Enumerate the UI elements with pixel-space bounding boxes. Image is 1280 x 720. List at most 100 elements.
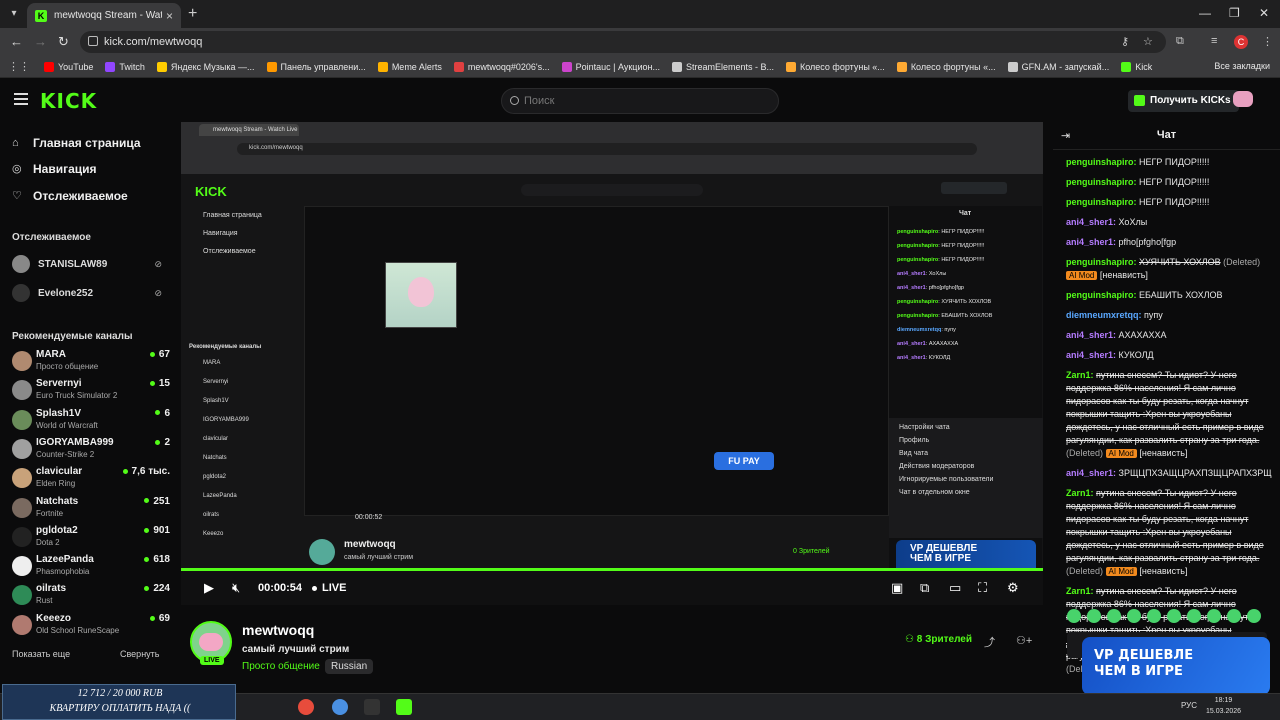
- miniplayer-icon[interactable]: ▭: [949, 580, 961, 596]
- bookmark-item[interactable]: GFN.AM - запускай...: [1007, 61, 1109, 72]
- recommended-channel[interactable]: IGORYAMBA999 Counter-Strike 2 2: [12, 436, 170, 464]
- recommended-channel[interactable]: LazeePanda Phasmophobia 618: [12, 553, 170, 581]
- chat-username[interactable]: penguinshapiro: [1066, 177, 1134, 187]
- mute-icon[interactable]: 🔇︎: [232, 580, 240, 596]
- close-tab-icon[interactable]: ×: [166, 9, 173, 23]
- browser-menu-icon[interactable]: ⋮: [1262, 35, 1273, 48]
- chat-username[interactable]: Zarn1: [1066, 586, 1091, 596]
- emote-icon[interactable]: [1087, 609, 1101, 623]
- hamburger-menu-icon[interactable]: [14, 93, 28, 105]
- bookmark-item[interactable]: Kick: [1121, 61, 1152, 72]
- clip-icon[interactable]: ▣: [891, 580, 903, 596]
- bookmark-item[interactable]: Яндекс Музыка —...: [156, 61, 255, 72]
- emote-icon[interactable]: [1227, 609, 1241, 623]
- show-more-button[interactable]: Показать еще: [12, 649, 70, 659]
- profile-avatar[interactable]: C: [1234, 35, 1248, 49]
- back-icon[interactable]: ←: [10, 34, 23, 49]
- video-player[interactable]: mewtwoqq Stream - Watch Live kick.com/me…: [181, 122, 1043, 605]
- chat-username[interactable]: ani4_sher1: [1066, 350, 1113, 360]
- emote-icon[interactable]: [1107, 609, 1121, 623]
- chat-username[interactable]: ani4_sher1: [1066, 330, 1113, 340]
- search-input[interactable]: Поиск: [501, 88, 779, 114]
- add-user-icon[interactable]: ⚇+: [1016, 634, 1032, 647]
- collapse-chat-icon[interactable]: ⇥: [1061, 129, 1070, 142]
- fullscreen-icon[interactable]: ⛶: [978, 580, 987, 596]
- bookmark-item[interactable]: StreamElements - В...: [671, 61, 774, 72]
- bookmark-item[interactable]: mewtwoqq#0206's...: [453, 61, 550, 72]
- close-window-icon[interactable]: ✕: [1259, 6, 1269, 20]
- chat-username[interactable]: diemneumxretqq: [1066, 310, 1139, 320]
- bookmark-item[interactable]: Колесо фортуны «...: [786, 61, 885, 72]
- recommended-channel[interactable]: Servernyi Euro Truck Simulator 2 15: [12, 377, 170, 405]
- browser-tab[interactable]: K mewtwoqq Stream - Watch Live ×: [27, 3, 181, 28]
- nav-following[interactable]: ♡ Отслеживаемое: [12, 189, 128, 203]
- chat-username[interactable]: penguinshapiro: [1066, 290, 1134, 300]
- emote-icon[interactable]: [1147, 609, 1161, 623]
- emote-icon[interactable]: [1067, 609, 1081, 623]
- chat-username[interactable]: ani4_sher1: [1066, 217, 1113, 227]
- recommended-channel[interactable]: Splash1V World of Warcraft 6: [12, 407, 170, 435]
- following-item[interactable]: STANISLAW89 ⊘: [12, 255, 162, 273]
- bookmark-item[interactable]: YouTube: [44, 61, 93, 72]
- capcut-taskbar-icon[interactable]: [364, 699, 380, 715]
- theater-mode-icon[interactable]: ⧉: [920, 580, 929, 596]
- maximize-icon[interactable]: ❐: [1229, 6, 1240, 20]
- recommended-channel[interactable]: oilrats Rust 224: [12, 582, 170, 610]
- channel-name[interactable]: mewtwoqq: [242, 622, 314, 638]
- vpn-ad-banner[interactable]: VP ДЕШЕВЛЕ ЧЕМ В ИГРЕ: [1082, 637, 1270, 695]
- get-kicks-button[interactable]: Получить KICKs: [1128, 90, 1239, 112]
- emote-icon[interactable]: [1127, 609, 1141, 623]
- reload-icon[interactable]: ↻: [58, 34, 69, 50]
- nav-browse[interactable]: ◎ Навигация: [12, 162, 97, 176]
- password-key-icon[interactable]: ⚷: [1121, 35, 1129, 48]
- emote-icon[interactable]: [1167, 609, 1181, 623]
- url-field[interactable]: kick.com/mewtwoqq: [80, 31, 1166, 53]
- media-controls-icon[interactable]: ≡: [1211, 35, 1217, 47]
- extensions-icon[interactable]: ⧉: [1176, 35, 1184, 48]
- recommended-channel[interactable]: clavicular Elden Ring 7,6 тыс.: [12, 465, 170, 493]
- site-info-icon[interactable]: [88, 36, 98, 46]
- chat-username[interactable]: penguinshapiro: [1066, 197, 1134, 207]
- bookmark-item[interactable]: Колесо фортуны «...: [896, 61, 996, 72]
- bookmark-item[interactable]: Панель управлени...: [266, 61, 366, 72]
- recommended-channel[interactable]: MARA Просто общение 67: [12, 348, 170, 376]
- kick-logo[interactable]: KICK: [40, 89, 97, 113]
- all-bookmarks-button[interactable]: Все закладки: [1214, 61, 1270, 71]
- emote-icon[interactable]: [1247, 609, 1261, 623]
- language-tag[interactable]: Russian: [325, 659, 374, 674]
- nav-home[interactable]: ⌂ Главная страница: [12, 136, 141, 150]
- bookmark-star-icon[interactable]: ☆: [1143, 35, 1153, 48]
- emote-icon[interactable]: [1207, 609, 1221, 623]
- bookmark-item[interactable]: Meme Alerts: [377, 61, 442, 72]
- recommended-channel[interactable]: Keeezo Old School RuneScape 69: [12, 612, 170, 640]
- chrome-taskbar-icon-2[interactable]: [332, 699, 348, 715]
- chrome-taskbar-icon[interactable]: [298, 699, 314, 715]
- bookmark-item[interactable]: Pointauc | Аукцион...: [561, 61, 660, 72]
- chat-username[interactable]: ani4_sher1: [1066, 468, 1113, 478]
- play-icon[interactable]: ▶: [204, 580, 214, 596]
- kick-taskbar-icon[interactable]: [396, 699, 412, 715]
- new-tab-button[interactable]: +: [188, 5, 197, 23]
- chat-username[interactable]: ani4_sher1: [1066, 237, 1113, 247]
- collapse-button[interactable]: Свернуть: [120, 649, 159, 659]
- following-item[interactable]: Evelone252 ⊘: [12, 284, 162, 302]
- tab-search-button[interactable]: ▾: [6, 6, 22, 22]
- system-clock[interactable]: 18:19 15.03.2026: [1206, 695, 1241, 717]
- chat-username[interactable]: Zarn1: [1066, 370, 1091, 380]
- apps-grid-icon[interactable]: ⋮⋮: [8, 60, 30, 73]
- chat-username[interactable]: Zarn1: [1066, 488, 1091, 498]
- bookmark-item[interactable]: Twitch: [105, 61, 145, 72]
- chat-username[interactable]: penguinshapiro: [1066, 257, 1134, 267]
- forward-icon[interactable]: →: [34, 34, 47, 49]
- user-avatar[interactable]: [1233, 91, 1253, 107]
- share-icon[interactable]: ⤴: [984, 634, 995, 650]
- settings-gear-icon[interactable]: ⚙: [1007, 580, 1019, 596]
- stream-category[interactable]: Просто общение: [242, 661, 320, 672]
- chat-username[interactable]: penguinshapiro: [1066, 157, 1134, 167]
- recommended-channel[interactable]: pgldota2 Dota 2 901: [12, 524, 170, 552]
- recommended-channel[interactable]: Natchats Fortnite 251: [12, 495, 170, 523]
- emote-icon[interactable]: [1187, 609, 1201, 623]
- keyboard-language[interactable]: РУС: [1181, 701, 1197, 710]
- minimize-icon[interactable]: —: [1199, 6, 1211, 20]
- live-indicator[interactable]: LIVE: [312, 582, 346, 594]
